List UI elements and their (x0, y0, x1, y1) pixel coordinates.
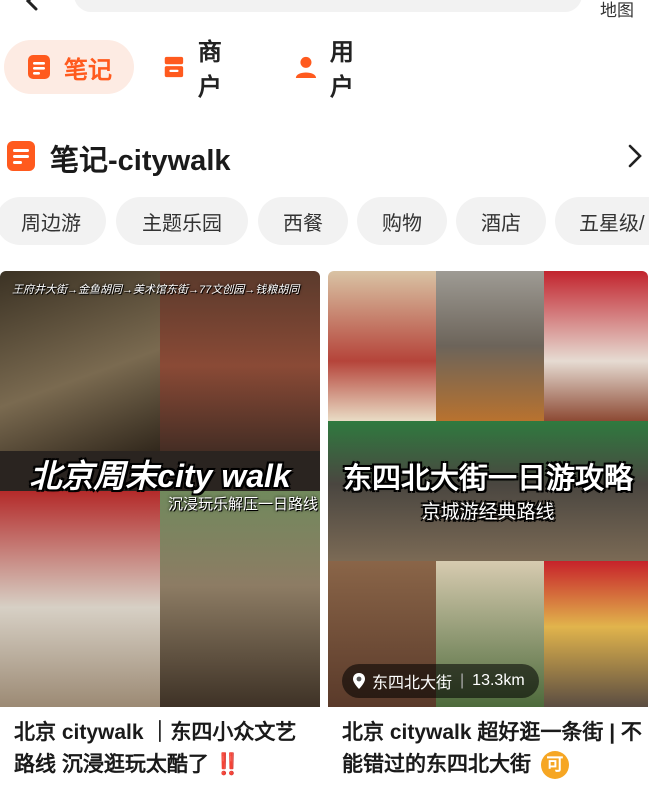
note-card[interactable]: 东四北大街一日游攻略 京城游经典路线 东四北大街 | 13.3km 北京 cit… (328, 271, 648, 787)
photo-buddha (0, 271, 160, 461)
category-tabs: 笔记 商户 用户 (0, 39, 649, 101)
tab-label: 笔记 (64, 56, 112, 84)
location-name: 东四北大街 (372, 675, 453, 692)
tab-notes[interactable]: 笔记 (4, 40, 134, 94)
note-icon (7, 141, 35, 171)
route-caption: 王府井大街→金鱼胡同→美术馆东街→77文创园→钱粮胡同 (12, 284, 300, 296)
chip-nearby-tour[interactable]: 周边游 (0, 197, 106, 245)
photo-red-brick-stairs (160, 271, 320, 461)
chip-shopping[interactable]: 购物 (357, 197, 447, 245)
chip-five-star[interactable]: 五星级/ (555, 197, 649, 245)
note-title-text: 北京 citywalk 超好逛一条街 | 不能错过的东四北大街 (342, 721, 642, 776)
user-icon (295, 56, 317, 79)
tab-label: 用户 (329, 39, 354, 101)
photo-food-table (160, 486, 320, 707)
location-separator: | (460, 672, 465, 689)
note-title-text: 北京 citywalk ｜东四小众文艺路线 沉浸逛玩太酷了 (14, 721, 297, 776)
photo-red-wall (0, 486, 160, 707)
filter-chips: 周边游 主题乐园 西餐 购物 酒店 五星级/ (0, 197, 649, 245)
double-exclamation-icon: ‼️ (214, 753, 241, 776)
chevron-right-icon[interactable] (626, 142, 644, 170)
search-bar-area: 地图 (0, 0, 649, 28)
section-header[interactable]: 笔记-citywalk (0, 134, 649, 178)
note-title: 北京 citywalk 超好逛一条街 | 不能错过的东四北大街 可 (342, 717, 642, 781)
tab-users[interactable]: 用户 (272, 39, 392, 101)
location-pin-icon (353, 673, 365, 689)
photo-dessert-shop (328, 271, 436, 421)
map-link[interactable]: 地图 (600, 0, 634, 21)
chip-western-food[interactable]: 西餐 (258, 197, 348, 245)
cover-subtitle: 沉浸玩乐解压一日路线 (168, 496, 319, 513)
card-cover-image: 东四北大街一日游攻略 京城游经典路线 东四北大街 | 13.3km (328, 271, 648, 707)
cover-title: 东四北大街一日游攻略 (342, 463, 633, 495)
note-icon (28, 55, 50, 79)
ke-badge-icon: 可 (540, 751, 569, 780)
search-input[interactable] (74, 0, 582, 12)
tab-label: 商户 (197, 39, 222, 101)
cover-title: 北京周末city walk (29, 458, 291, 494)
chip-hotel[interactable]: 酒店 (456, 197, 546, 245)
location-tag[interactable]: 东四北大街 | 13.3km (342, 664, 539, 698)
back-arrow-icon[interactable] (22, 0, 44, 12)
note-card[interactable]: 王府井大街→金鱼胡同→美术馆东街→77文创园→钱粮胡同 北京周末city wal… (0, 271, 320, 787)
photo-cafe-girl (544, 271, 648, 421)
photo-street-view (436, 271, 544, 421)
card-cover-image: 王府井大街→金鱼胡同→美术馆东街→77文创园→钱粮胡同 北京周末city wal… (0, 271, 320, 707)
cover-subtitle: 京城游经典路线 (421, 502, 555, 523)
shop-icon (164, 56, 184, 78)
chip-theme-park[interactable]: 主题乐园 (116, 197, 248, 245)
section-title: 笔记-citywalk (50, 145, 231, 177)
tab-merchants[interactable]: 商户 (140, 39, 260, 101)
photo-bakery (544, 561, 648, 707)
note-title: 北京 citywalk ｜东四小众文艺路线 沉浸逛玩太酷了 ‼️ (14, 717, 314, 781)
location-distance: 13.3km (472, 672, 525, 689)
